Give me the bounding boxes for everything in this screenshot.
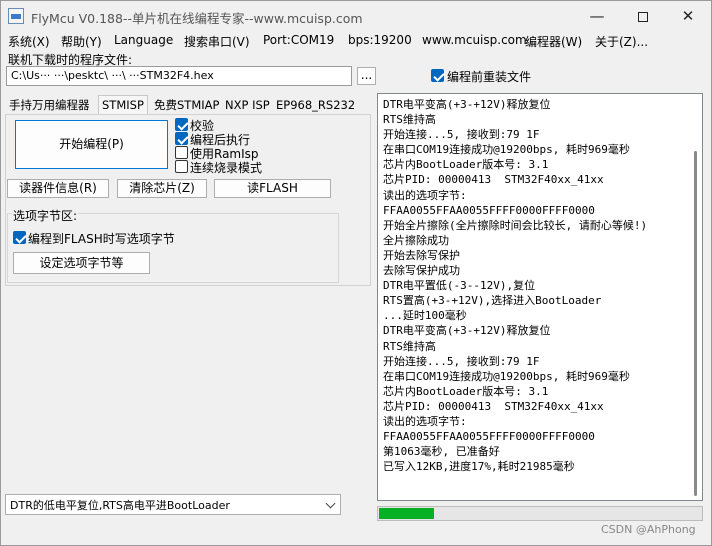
log-line: ...延时100毫秒 xyxy=(383,309,467,323)
log-line: 全片擦除成功 xyxy=(383,233,449,247)
start-program-button[interactable]: 开始编程(P) xyxy=(15,120,168,169)
log-line: 已写入12KB,进度17%,耗时21985毫秒 xyxy=(383,460,575,474)
progress-fill xyxy=(379,508,434,519)
log-line: 读出的选项字节: xyxy=(383,188,467,202)
write-option-label: 编程到FLASH时写选项字节 xyxy=(28,232,175,246)
window-title: FlyMcu V0.188--单片机在线编程专家--www.mcuisp.com xyxy=(31,11,363,26)
log-line: 开始去除写保护 xyxy=(383,248,460,262)
progress-bar xyxy=(377,506,703,521)
chevron-down-icon xyxy=(325,498,336,509)
log-scrollbar[interactable] xyxy=(690,94,702,500)
write-option-checkbox[interactable] xyxy=(13,231,26,244)
log-line: DTR电平变高(+3-+12V)释放复位 xyxy=(383,324,551,338)
menu-system[interactable]: 系统(X) xyxy=(8,33,50,50)
tab-handheld[interactable]: 手持万用编程器 xyxy=(5,95,94,115)
menu-search-port[interactable]: 搜索串口(V) xyxy=(184,33,250,50)
reset-mode-value: DTR的低电平复位,RTS高电平进BootLoader xyxy=(10,499,230,512)
menu-programmer[interactable]: 编程器(W) xyxy=(525,33,582,50)
log-line: FFAA0055FFAA0055FFFF0000FFFF0000 xyxy=(383,430,595,444)
browse-button[interactable]: ... xyxy=(357,67,376,85)
log-line: 芯片内BootLoader版本号: 3.1 xyxy=(383,384,549,398)
tab-stmisp[interactable]: STMISP xyxy=(98,95,148,115)
log-line: 开始全片擦除(全片擦除时间会比较长, 请耐心等候!) xyxy=(383,218,648,232)
log-line: RTS维持高 xyxy=(383,113,436,127)
reset-mode-select[interactable]: DTR的低电平复位,RTS高电平进BootLoader xyxy=(5,494,341,515)
menu-bps[interactable]: bps:19200 xyxy=(348,33,412,47)
log-line: DTR电平变高(+3-+12V)释放复位 xyxy=(383,98,551,111)
log-line: 读出的选项字节: xyxy=(383,414,467,428)
log-line: 芯片PID: 00000413 STM32F40xx_41xx xyxy=(383,399,604,413)
tab-stmiap[interactable]: 免费STMIAP xyxy=(150,95,223,115)
menu-port[interactable]: Port:COM19 xyxy=(263,33,334,47)
log-line: RTS维持高 xyxy=(383,339,436,353)
option-bytes-label: 选项字节区: xyxy=(12,207,79,224)
menu-about[interactable]: 关于(Z)... xyxy=(595,33,648,50)
log-line: 去除写保护成功 xyxy=(383,264,460,278)
log-line: FFAA0055FFAA0055FFFF0000FFFF0000 xyxy=(383,203,595,217)
tab-ep968[interactable]: EP968_RS232 xyxy=(272,95,359,115)
log-line: 在串口COM19连接成功@19200bps, 耗时969毫秒 xyxy=(383,143,630,157)
app-icon xyxy=(8,8,24,24)
watermark: CSDN @AhPhong xyxy=(601,523,696,536)
log-line: 在串口COM19连接成功@19200bps, 耗时969毫秒 xyxy=(383,369,630,383)
read-flash-button[interactable]: 读FLASH xyxy=(214,179,331,198)
log-scroll-thumb[interactable] xyxy=(694,151,697,496)
minimize-button[interactable]: — xyxy=(574,1,620,31)
log-line: 开始连接...5, 接收到:79 1F xyxy=(383,128,540,142)
log-line: 芯片PID: 00000413 STM32F40xx_41xx xyxy=(383,173,604,187)
log-line: RTS置高(+3-+12V),选择进入BootLoader xyxy=(383,294,602,308)
log-output[interactable]: DTR电平变高(+3-+12V)释放复位 RTS维持高 开始连接...5, 接收到:… xyxy=(377,93,703,501)
menu-bar: 系统(X) 帮助(Y) Language 搜索串口(V) Port:COM19 … xyxy=(1,31,711,51)
verify-checkbox[interactable] xyxy=(175,118,188,131)
log-line: 开始连接...5, 接收到:79 1F xyxy=(383,354,540,368)
continuous-checkbox[interactable] xyxy=(175,160,188,173)
tab-strip: 手持万用编程器 STMISP 免费STMIAP NXP ISP EP968_RS… xyxy=(1,95,373,115)
read-info-button[interactable]: 读器件信息(R) xyxy=(7,179,109,198)
continuous-label: 连续烧录模式 xyxy=(190,161,263,175)
menu-language[interactable]: Language xyxy=(114,33,173,47)
reload-file-label: 编程前重装文件 xyxy=(447,70,532,84)
file-path-input[interactable]: C:\Us··· ···\pesktc\ ···\ ···STM32F4.hex xyxy=(6,66,352,86)
app-window: FlyMcu V0.188--单片机在线编程专家--www.mcuisp.com… xyxy=(0,0,712,546)
reload-file-checkbox[interactable] xyxy=(431,69,444,82)
tab-nxp-isp[interactable]: NXP ISP xyxy=(221,95,274,115)
maximize-button[interactable] xyxy=(620,1,666,31)
maximize-icon xyxy=(638,11,648,22)
erase-chip-button[interactable]: 清除芯片(Z) xyxy=(117,179,207,198)
close-button[interactable]: ✕ xyxy=(665,1,711,31)
log-line: DTR电平置低(-3--12V),复位 xyxy=(383,279,536,293)
ramisp-checkbox[interactable] xyxy=(175,146,188,159)
set-option-button[interactable]: 设定选项字节等 xyxy=(13,252,150,274)
log-lines: DTR电平变高(+3-+12V)释放复位 RTS维持高 开始连接...5, 接收到:… xyxy=(383,97,691,474)
menu-help[interactable]: 帮助(Y) xyxy=(61,33,102,50)
run-after-checkbox[interactable] xyxy=(175,132,188,145)
log-line: 芯片内BootLoader版本号: 3.1 xyxy=(383,158,549,172)
log-line: 第1063毫秒, 已准备好 xyxy=(383,445,500,459)
title-bar[interactable]: FlyMcu V0.188--单片机在线编程专家--www.mcuisp.com… xyxy=(1,1,711,31)
menu-website[interactable]: www.mcuisp.com xyxy=(422,33,527,47)
